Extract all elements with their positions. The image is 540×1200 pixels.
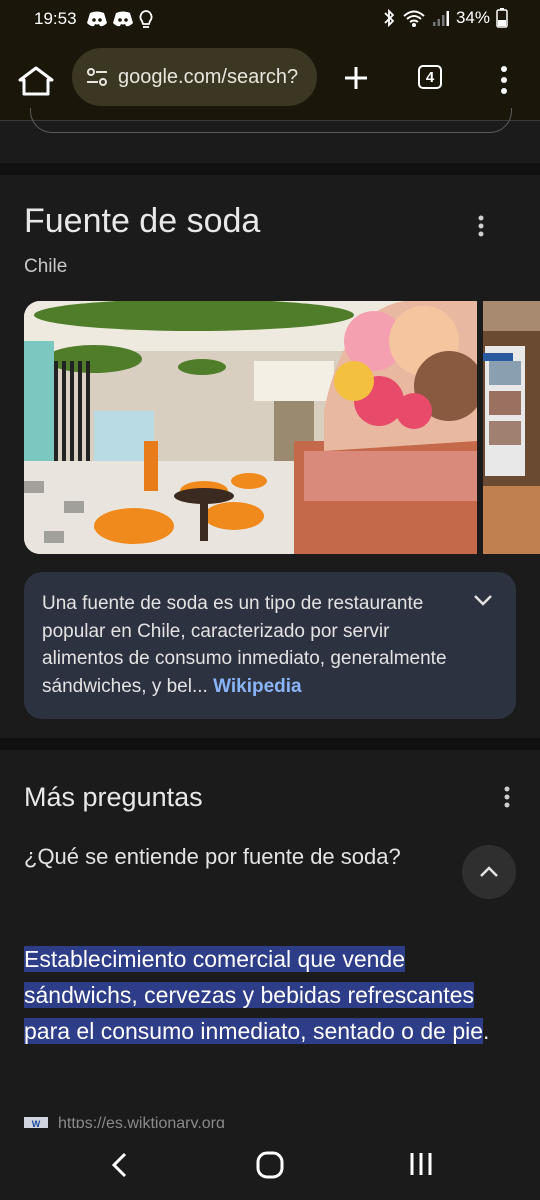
section-divider <box>0 738 540 750</box>
battery-percent: 34% <box>455 8 490 27</box>
more-vert-icon[interactable] <box>492 62 516 98</box>
new-tab-plus-icon[interactable] <box>336 58 376 98</box>
signal-icon <box>432 11 449 26</box>
battery-icon <box>496 8 508 28</box>
home-icon[interactable] <box>14 60 58 100</box>
question-text[interactable]: ¿Qué se entiende por fuente de soda? <box>24 842 404 872</box>
more-questions-more-icon[interactable] <box>499 784 515 812</box>
answer-highlight: Establecimiento comercial que vende sánd… <box>24 946 484 1044</box>
description-text: Una fuente de soda es un tipo de restaur… <box>42 590 462 700</box>
bluetooth-icon <box>384 8 395 28</box>
lightbulb-icon <box>139 10 153 28</box>
panel-subtitle: Chile <box>24 256 68 277</box>
collapse-question-button[interactable] <box>462 845 516 899</box>
panel-more-icon[interactable] <box>473 213 489 241</box>
chevron-up-icon <box>480 866 498 877</box>
notification-icons <box>86 9 154 29</box>
tab-switcher-button[interactable]: 4 <box>418 65 442 89</box>
section-divider <box>0 163 540 175</box>
panel-title: Fuente de soda <box>24 202 261 240</box>
clock: 19:53 <box>34 9 77 28</box>
description-card[interactable]: Una fuente de soda es un tipo de restaur… <box>24 572 516 719</box>
answer-text: Establecimiento comercial que vende sánd… <box>24 941 524 1049</box>
second-image-thumbnail[interactable] <box>483 301 540 554</box>
home-button-icon[interactable] <box>255 1150 285 1180</box>
discord-icon <box>113 11 133 27</box>
url-text[interactable]: google.com/search? <box>118 66 298 89</box>
address-bar[interactable]: google.com/search? <box>72 48 317 106</box>
system-nav-bar <box>0 1128 540 1200</box>
more-questions-heading: Más preguntas <box>24 782 203 812</box>
fuente-de-soda-image[interactable] <box>24 301 477 554</box>
wikipedia-link[interactable]: Wikipedia <box>213 676 302 697</box>
answer-tail: . <box>483 1018 490 1044</box>
tune-icon[interactable] <box>84 64 110 90</box>
chevron-down-icon[interactable] <box>472 592 494 608</box>
discord-icon <box>87 11 107 27</box>
recent-apps-icon[interactable] <box>407 1150 435 1178</box>
wifi-icon <box>403 10 425 27</box>
previous-result-edge <box>30 108 512 133</box>
system-indicators: 34% <box>382 8 508 28</box>
status-bar: 19:53 34% <box>0 0 540 38</box>
back-icon[interactable] <box>106 1150 134 1180</box>
